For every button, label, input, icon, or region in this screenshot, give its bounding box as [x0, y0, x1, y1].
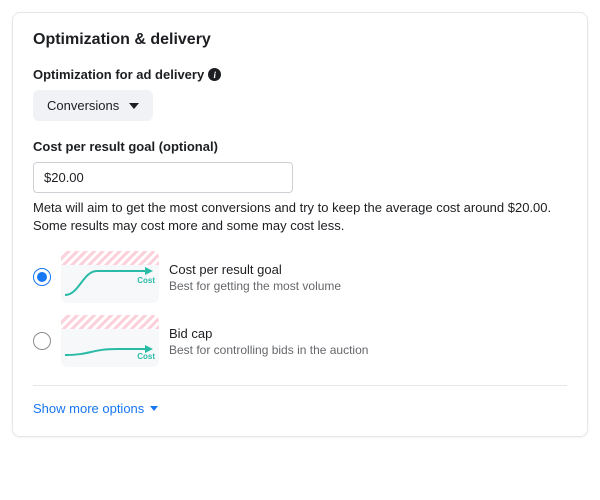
- radio-cost-per-result[interactable]: [33, 268, 51, 286]
- section-title: Optimization & delivery: [33, 31, 567, 49]
- optimization-dropdown[interactable]: Conversions: [33, 90, 153, 121]
- radio-bid-cap[interactable]: [33, 332, 51, 350]
- option-title: Bid cap: [169, 326, 368, 341]
- optimization-selected: Conversions: [47, 98, 119, 113]
- cost-goal-input[interactable]: [33, 162, 293, 193]
- bid-strategy-cost-per-result[interactable]: Cost Cost per result goal Best for getti…: [33, 251, 567, 303]
- cost-label-icon: Cost: [137, 276, 155, 285]
- option-text: Bid cap Best for controlling bids in the…: [169, 326, 368, 357]
- chevron-down-icon: [150, 406, 158, 411]
- bid-strategy-bid-cap[interactable]: Cost Bid cap Best for controlling bids i…: [33, 315, 567, 367]
- info-icon[interactable]: i: [208, 68, 221, 81]
- optimization-label: Optimization for ad delivery: [33, 67, 204, 82]
- show-more-label: Show more options: [33, 401, 144, 416]
- optimization-label-row: Optimization for ad delivery i: [33, 67, 567, 82]
- cost-goal-helper: Meta will aim to get the most conversion…: [33, 199, 567, 235]
- cost-label-icon: Cost: [137, 352, 155, 361]
- option-title: Cost per result goal: [169, 262, 341, 277]
- thumb-bid-cap: Cost: [61, 315, 159, 367]
- thumb-cost-per-result: Cost: [61, 251, 159, 303]
- option-subtitle: Best for controlling bids in the auction: [169, 343, 368, 357]
- show-more-options[interactable]: Show more options: [33, 401, 158, 416]
- chevron-down-icon: [129, 103, 139, 109]
- optimization-delivery-card: Optimization & delivery Optimization for…: [12, 12, 588, 437]
- option-subtitle: Best for getting the most volume: [169, 279, 341, 293]
- divider: [33, 385, 567, 386]
- cost-goal-label: Cost per result goal (optional): [33, 139, 567, 154]
- option-text: Cost per result goal Best for getting th…: [169, 262, 341, 293]
